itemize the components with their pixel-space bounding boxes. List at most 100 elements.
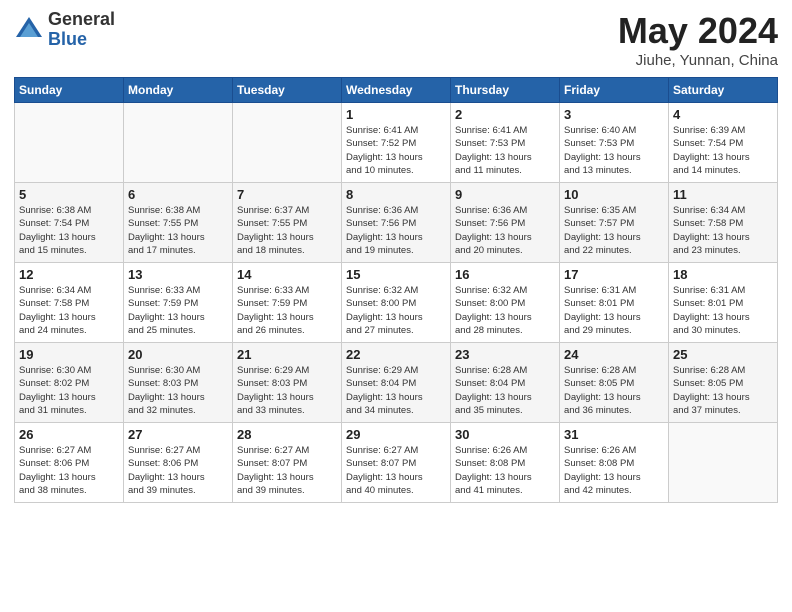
header-monday: Monday [124,78,233,103]
calendar-cell: 23 Sunrise: 6:28 AM Sunset: 8:04 PM Dayli… [451,343,560,423]
calendar-title: May 2024 [618,10,778,52]
calendar-cell: 31 Sunrise: 6:26 AM Sunset: 8:08 PM Dayli… [560,423,669,503]
day-number: 23 [455,347,555,362]
day-info: Sunrise: 6:41 AM Sunset: 7:53 PM Dayligh… [455,124,555,177]
logo-general: General [48,10,115,30]
calendar-cell: 19 Sunrise: 6:30 AM Sunset: 8:02 PM Dayli… [15,343,124,423]
day-info: Sunrise: 6:34 AM Sunset: 7:58 PM Dayligh… [673,204,773,257]
day-info: Sunrise: 6:28 AM Sunset: 8:04 PM Dayligh… [455,364,555,417]
day-number: 3 [564,107,664,122]
logo: General Blue [14,10,115,50]
day-number: 26 [19,427,119,442]
page: General Blue May 2024 Jiuhe, Yunnan, Chi… [0,0,792,517]
day-info: Sunrise: 6:30 AM Sunset: 8:02 PM Dayligh… [19,364,119,417]
calendar-cell [233,103,342,183]
calendar-cell: 6 Sunrise: 6:38 AM Sunset: 7:55 PM Daylig… [124,183,233,263]
day-number: 19 [19,347,119,362]
calendar-cell: 5 Sunrise: 6:38 AM Sunset: 7:54 PM Daylig… [15,183,124,263]
header-friday: Friday [560,78,669,103]
calendar-cell: 4Sunrise: 6:39 AM Sunset: 7:54 PM Daylig… [669,103,778,183]
day-info: Sunrise: 6:26 AM Sunset: 8:08 PM Dayligh… [564,444,664,497]
header-wednesday: Wednesday [342,78,451,103]
day-info: Sunrise: 6:28 AM Sunset: 8:05 PM Dayligh… [673,364,773,417]
calendar-cell: 3Sunrise: 6:40 AM Sunset: 7:53 PM Daylig… [560,103,669,183]
day-number: 8 [346,187,446,202]
day-number: 31 [564,427,664,442]
day-info: Sunrise: 6:32 AM Sunset: 8:00 PM Dayligh… [346,284,446,337]
calendar-table: SundayMondayTuesdayWednesdayThursdayFrid… [14,77,778,503]
day-number: 1 [346,107,446,122]
week-row-4: 26 Sunrise: 6:27 AM Sunset: 8:06 PM Dayli… [15,423,778,503]
day-number: 24 [564,347,664,362]
day-number: 17 [564,267,664,282]
calendar-cell: 26 Sunrise: 6:27 AM Sunset: 8:06 PM Dayli… [15,423,124,503]
day-number: 10 [564,187,664,202]
day-info: Sunrise: 6:31 AM Sunset: 8:01 PM Dayligh… [673,284,773,337]
day-info: Sunrise: 6:27 AM Sunset: 8:07 PM Dayligh… [346,444,446,497]
day-info: Sunrise: 6:41 AM Sunset: 7:52 PM Dayligh… [346,124,446,177]
calendar-cell: 24Sunrise: 6:28 AM Sunset: 8:05 PM Dayli… [560,343,669,423]
day-info: Sunrise: 6:26 AM Sunset: 8:08 PM Dayligh… [455,444,555,497]
calendar-cell: 21Sunrise: 6:29 AM Sunset: 8:03 PM Dayli… [233,343,342,423]
header-row: SundayMondayTuesdayWednesdayThursdayFrid… [15,78,778,103]
day-info: Sunrise: 6:36 AM Sunset: 7:56 PM Dayligh… [455,204,555,257]
week-row-2: 12Sunrise: 6:34 AM Sunset: 7:58 PM Dayli… [15,263,778,343]
day-info: Sunrise: 6:31 AM Sunset: 8:01 PM Dayligh… [564,284,664,337]
calendar-cell: 1 Sunrise: 6:41 AM Sunset: 7:52 PM Daylig… [342,103,451,183]
day-info: Sunrise: 6:30 AM Sunset: 8:03 PM Dayligh… [128,364,228,417]
calendar-cell: 9 Sunrise: 6:36 AM Sunset: 7:56 PM Daylig… [451,183,560,263]
calendar-body: 1 Sunrise: 6:41 AM Sunset: 7:52 PM Daylig… [15,103,778,503]
header-saturday: Saturday [669,78,778,103]
calendar-cell [124,103,233,183]
calendar-cell: 2Sunrise: 6:41 AM Sunset: 7:53 PM Daylig… [451,103,560,183]
day-info: Sunrise: 6:29 AM Sunset: 8:04 PM Dayligh… [346,364,446,417]
calendar-cell: 12Sunrise: 6:34 AM Sunset: 7:58 PM Dayli… [15,263,124,343]
week-row-0: 1 Sunrise: 6:41 AM Sunset: 7:52 PM Daylig… [15,103,778,183]
day-number: 6 [128,187,228,202]
calendar-cell [15,103,124,183]
day-info: Sunrise: 6:37 AM Sunset: 7:55 PM Dayligh… [237,204,337,257]
day-info: Sunrise: 6:38 AM Sunset: 7:55 PM Dayligh… [128,204,228,257]
day-info: Sunrise: 6:32 AM Sunset: 8:00 PM Dayligh… [455,284,555,337]
header: General Blue May 2024 Jiuhe, Yunnan, Chi… [14,10,778,69]
day-info: Sunrise: 6:27 AM Sunset: 8:06 PM Dayligh… [19,444,119,497]
day-number: 29 [346,427,446,442]
week-row-1: 5 Sunrise: 6:38 AM Sunset: 7:54 PM Daylig… [15,183,778,263]
calendar-cell: 13Sunrise: 6:33 AM Sunset: 7:59 PM Dayli… [124,263,233,343]
day-info: Sunrise: 6:39 AM Sunset: 7:54 PM Dayligh… [673,124,773,177]
title-block: May 2024 Jiuhe, Yunnan, China [618,10,778,69]
day-number: 11 [673,187,773,202]
day-info: Sunrise: 6:38 AM Sunset: 7:54 PM Dayligh… [19,204,119,257]
calendar-subtitle: Jiuhe, Yunnan, China [618,52,778,69]
calendar-cell: 16 Sunrise: 6:32 AM Sunset: 8:00 PM Dayli… [451,263,560,343]
calendar-cell: 27Sunrise: 6:27 AM Sunset: 8:06 PM Dayli… [124,423,233,503]
day-number: 9 [455,187,555,202]
day-info: Sunrise: 6:36 AM Sunset: 7:56 PM Dayligh… [346,204,446,257]
day-number: 27 [128,427,228,442]
logo-blue: Blue [48,30,115,50]
day-number: 25 [673,347,773,362]
day-info: Sunrise: 6:35 AM Sunset: 7:57 PM Dayligh… [564,204,664,257]
day-number: 13 [128,267,228,282]
calendar-cell: 11 Sunrise: 6:34 AM Sunset: 7:58 PM Dayli… [669,183,778,263]
header-thursday: Thursday [451,78,560,103]
calendar-cell: 20 Sunrise: 6:30 AM Sunset: 8:03 PM Dayli… [124,343,233,423]
day-number: 16 [455,267,555,282]
day-number: 28 [237,427,337,442]
calendar-cell: 7Sunrise: 6:37 AM Sunset: 7:55 PM Daylig… [233,183,342,263]
day-info: Sunrise: 6:27 AM Sunset: 8:07 PM Dayligh… [237,444,337,497]
calendar-cell: 15Sunrise: 6:32 AM Sunset: 8:00 PM Dayli… [342,263,451,343]
day-number: 21 [237,347,337,362]
logo-icon [14,15,44,45]
calendar-cell: 28 Sunrise: 6:27 AM Sunset: 8:07 PM Dayli… [233,423,342,503]
day-number: 20 [128,347,228,362]
day-number: 12 [19,267,119,282]
calendar-cell: 8 Sunrise: 6:36 AM Sunset: 7:56 PM Daylig… [342,183,451,263]
calendar-cell: 30 Sunrise: 6:26 AM Sunset: 8:08 PM Dayli… [451,423,560,503]
calendar-cell: 17 Sunrise: 6:31 AM Sunset: 8:01 PM Dayli… [560,263,669,343]
calendar-cell: 22Sunrise: 6:29 AM Sunset: 8:04 PM Dayli… [342,343,451,423]
day-number: 30 [455,427,555,442]
day-number: 5 [19,187,119,202]
calendar-cell: 29 Sunrise: 6:27 AM Sunset: 8:07 PM Dayli… [342,423,451,503]
logo-text: General Blue [48,10,115,50]
